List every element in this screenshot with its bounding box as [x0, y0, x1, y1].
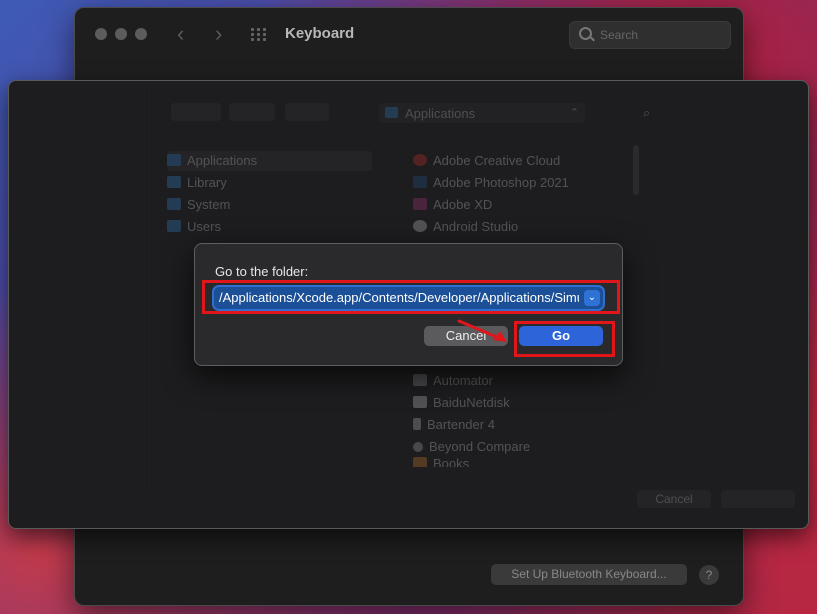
folder-icon [167, 154, 181, 166]
finder-open-button[interactable] [721, 490, 795, 508]
sidebar-item-applications[interactable]: Applications [167, 151, 372, 171]
folder-icon [167, 198, 181, 210]
bartender-icon [413, 418, 421, 430]
location-label: Applications [405, 106, 476, 121]
dialog-label: Go to the folder: [215, 264, 309, 279]
close-window-button[interactable] [95, 28, 107, 40]
search-placeholder: Search [600, 28, 639, 42]
folder-path-value: /Applications/Xcode.app/Contents/Develop… [219, 290, 579, 305]
list-item[interactable]: Automator [413, 371, 493, 391]
search-icon [579, 27, 592, 40]
list-item[interactable]: BaiduNetdisk [413, 393, 510, 413]
scrollbar[interactable] [633, 145, 639, 195]
sidebar-item-system[interactable]: System [167, 195, 230, 215]
back-icon[interactable]: ‹ [177, 22, 184, 46]
sidebar-item-library[interactable]: Library [167, 173, 227, 193]
list-item[interactable]: Adobe Creative Cloud [413, 151, 560, 171]
list-item[interactable]: Books [413, 457, 469, 467]
folder-icon [167, 220, 181, 232]
folder-icon [385, 107, 398, 118]
finder-cancel-button[interactable]: Cancel [637, 490, 711, 508]
list-item[interactable]: Adobe Photoshop 2021 [413, 173, 569, 193]
list-item[interactable]: Adobe XD [413, 195, 492, 215]
view-mode-button[interactable] [229, 103, 275, 121]
beyond-compare-icon [413, 442, 423, 452]
cancel-button[interactable]: Cancel [424, 326, 508, 346]
adobe-xd-icon [413, 198, 427, 210]
forward-icon[interactable]: › [215, 22, 222, 46]
minimize-window-button[interactable] [115, 28, 127, 40]
automator-icon [413, 374, 427, 386]
title-bar: ‹ › Keyboard Search [75, 8, 743, 60]
show-all-grid-icon[interactable] [251, 28, 267, 42]
chevron-updown-icon: ⌃ [569, 107, 579, 119]
folder-icon [167, 176, 181, 188]
list-item[interactable]: Bartender 4 [413, 415, 495, 435]
search-field[interactable]: Search [569, 21, 731, 49]
photoshop-icon [413, 176, 427, 188]
list-item[interactable]: Beyond Compare [413, 437, 530, 457]
list-item[interactable]: Android Studio [413, 217, 518, 237]
go-button[interactable]: Go [519, 326, 603, 346]
chevron-down-icon[interactable]: ⌄ [584, 290, 600, 306]
help-button[interactable]: ? [699, 565, 719, 585]
baidunetdisk-icon [413, 396, 427, 408]
android-studio-icon [413, 220, 427, 232]
search-icon[interactable]: ⌕ [643, 105, 650, 121]
location-popup[interactable]: Applications ⌃ [379, 103, 585, 123]
group-button[interactable] [285, 103, 329, 121]
creative-cloud-icon [413, 154, 427, 166]
zoom-window-button[interactable] [135, 28, 147, 40]
column-divider [149, 81, 150, 488]
folder-path-input[interactable]: /Applications/Xcode.app/Contents/Develop… [214, 287, 603, 309]
sidebar-item-users[interactable]: Users [167, 217, 221, 237]
books-icon [413, 457, 427, 467]
go-to-folder-dialog: Go to the folder: /Applications/Xcode.ap… [194, 243, 623, 366]
setup-bluetooth-keyboard-button[interactable]: Set Up Bluetooth Keyboard... [491, 564, 687, 585]
window-title: Keyboard [285, 25, 355, 42]
back-forward-buttons[interactable] [171, 103, 221, 121]
